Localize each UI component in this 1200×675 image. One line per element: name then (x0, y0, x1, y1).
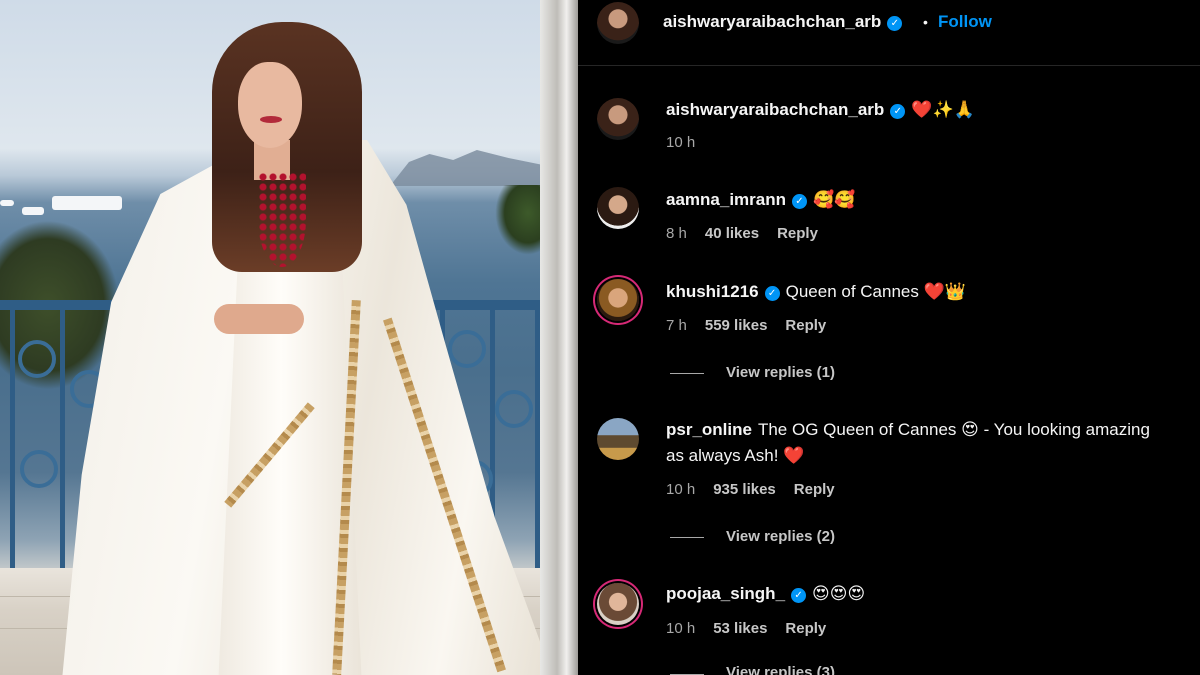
yacht (52, 196, 122, 210)
divider (670, 537, 704, 538)
avatar[interactable] (597, 583, 639, 625)
comment-username[interactable]: poojaa_singh_ (666, 584, 785, 603)
comment-text: ❤️✨🙏 (911, 100, 975, 119)
username-link[interactable]: aishwaryaraibachchan_arb (663, 12, 881, 31)
verified-badge-icon: ✓ (792, 194, 807, 209)
header-username[interactable]: aishwaryaraibachchan_arb ✓ (663, 12, 903, 32)
separator-dot: • (923, 14, 928, 30)
door-frame (540, 0, 578, 675)
comment-meta: 10 h 53 likes Reply (666, 620, 844, 637)
avatar[interactable] (597, 187, 639, 229)
comment-text: 🥰🥰 (813, 190, 856, 209)
avatar[interactable] (597, 279, 639, 321)
post-header: aishwaryaraibachchan_arb ✓ • Follow (578, 0, 1200, 66)
hands (214, 304, 304, 334)
divider (670, 373, 704, 374)
comment-line: poojaa_singh_ ✓ 😍😍😍 (666, 584, 865, 604)
comment-time: 8 h (666, 225, 687, 242)
comment-time: 10 h (666, 620, 696, 637)
post-photo[interactable] (0, 0, 548, 675)
verified-badge-icon: ✓ (887, 16, 903, 31)
avatar[interactable] (597, 2, 639, 44)
comment-line: psr_online The OG Queen of Cannes 😍 - You… (666, 420, 1150, 440)
comment-meta: 8 h 40 likes Reply (666, 225, 836, 242)
avatar[interactable] (597, 98, 639, 140)
likes-count[interactable]: 53 likes (713, 620, 767, 637)
comment-text: The OG Queen of Cannes 😍 - You looking a… (757, 420, 1150, 439)
comment-time: 7 h (666, 317, 687, 334)
comment-text-continued: as always Ash! ❤️ (666, 446, 805, 465)
reply-button[interactable]: Reply (777, 225, 818, 242)
ruby-necklace (258, 172, 306, 267)
comment-time: 10 h (666, 481, 696, 498)
comments-panel: aishwaryaraibachchan_arb ✓ • Follow aishw… (578, 0, 1200, 675)
comment-username[interactable]: khushi1216 (666, 282, 759, 301)
reply-button[interactable]: Reply (794, 481, 835, 498)
mountain-scenery (390, 150, 548, 186)
comment-username[interactable]: aishwaryaraibachchan_arb (666, 100, 884, 119)
comment-line: khushi1216 ✓ Queen of Cannes ❤️👑 (666, 282, 966, 302)
comment-text: 😍😍😍 (812, 584, 866, 603)
comment-username[interactable]: aamna_imrann (666, 190, 786, 209)
yacht (22, 207, 44, 215)
comment-meta: 10 h 935 likes Reply (666, 481, 853, 498)
likes-count[interactable]: 40 likes (705, 225, 759, 242)
likes-count[interactable]: 559 likes (705, 317, 768, 334)
lips (260, 116, 282, 123)
view-replies-button[interactable]: View replies (1) (726, 364, 835, 381)
comment-username[interactable]: psr_online (666, 420, 752, 439)
verified-badge-icon: ✓ (791, 588, 807, 603)
comment-text: Queen of Cannes ❤️👑 (785, 282, 966, 301)
avatar[interactable] (597, 418, 639, 460)
likes-count[interactable]: 935 likes (713, 481, 776, 498)
view-replies-button[interactable]: View replies (3) (726, 664, 835, 675)
comment-line: aamna_imrann ✓ 🥰🥰 (666, 190, 855, 210)
view-replies-button[interactable]: View replies (2) (726, 528, 835, 545)
face (238, 62, 302, 148)
comment-time: 10 h (666, 134, 696, 151)
verified-badge-icon: ✓ (764, 286, 780, 301)
reply-button[interactable]: Reply (785, 317, 826, 334)
reply-button[interactable]: Reply (785, 620, 826, 637)
comment-meta: 10 h (666, 134, 713, 151)
verified-badge-icon: ✓ (890, 104, 906, 119)
yacht (0, 200, 14, 206)
follow-button[interactable]: Follow (938, 12, 992, 32)
comment-line: aishwaryaraibachchan_arb ✓ ❤️✨🙏 (666, 100, 975, 120)
comment-meta: 7 h 559 likes Reply (666, 317, 844, 334)
